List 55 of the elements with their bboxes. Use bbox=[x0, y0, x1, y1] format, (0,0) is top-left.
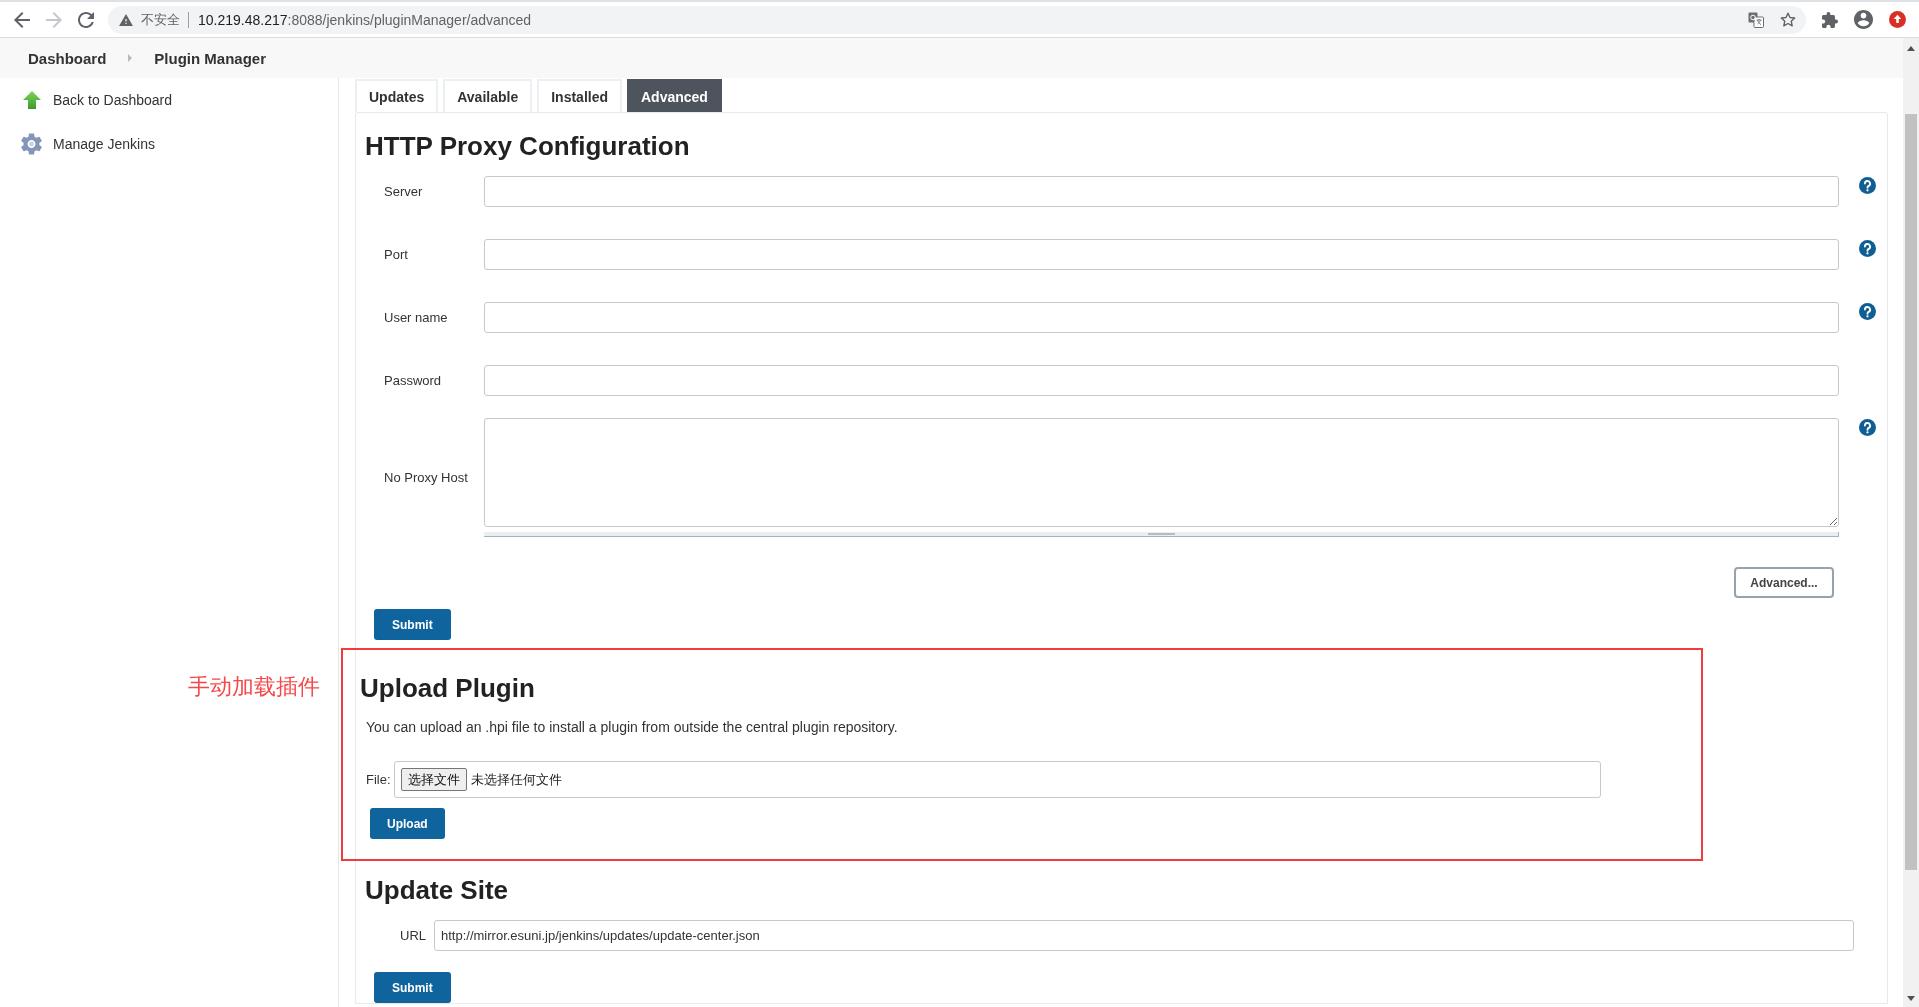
breadcrumb-link[interactable]: Dashboard bbox=[28, 49, 107, 67]
help-icon[interactable] bbox=[1859, 303, 1876, 320]
security-label[interactable]: 不安全 bbox=[141, 10, 180, 29]
reload-icon[interactable] bbox=[78, 11, 94, 28]
file-status-text: 未选择任何文件 bbox=[470, 770, 562, 789]
tab[interactable]: Advanced bbox=[627, 79, 722, 112]
up-arrow-icon bbox=[22, 91, 41, 109]
translate-icon[interactable] bbox=[1748, 11, 1764, 28]
chevron-icon bbox=[128, 54, 133, 62]
field-label: File: bbox=[366, 772, 391, 787]
section-heading: HTTP Proxy Configuration bbox=[365, 130, 691, 162]
help-icon[interactable] bbox=[1859, 240, 1876, 257]
submit-button[interactable]: Submit bbox=[374, 972, 451, 1003]
field-label: Password bbox=[383, 373, 443, 388]
help-icon[interactable] bbox=[1859, 177, 1876, 194]
tab[interactable]: Available bbox=[443, 79, 533, 112]
description-text: You can upload an .hpi file to install a plugin from outside the central plugin repository. bbox=[366, 718, 899, 736]
text-field[interactable] bbox=[484, 176, 1839, 207]
textarea-field[interactable] bbox=[484, 418, 1839, 527]
tab[interactable]: Updates bbox=[355, 79, 439, 112]
annotation-text: 手动加载插件 bbox=[188, 673, 320, 701]
gear-icon bbox=[21, 133, 42, 155]
section-heading: Update Site bbox=[365, 874, 510, 906]
submit-button[interactable]: Submit bbox=[374, 609, 451, 640]
back-arrow-icon[interactable] bbox=[14, 11, 30, 28]
choose-file-button[interactable]: 选择文件 bbox=[400, 768, 467, 791]
star-icon[interactable] bbox=[1780, 11, 1796, 28]
text-field[interactable] bbox=[484, 239, 1839, 270]
field-label: Port bbox=[383, 247, 409, 262]
field-label: Server bbox=[383, 184, 424, 199]
file-field[interactable]: 选择文件 未选择任何文件 bbox=[393, 761, 1601, 798]
tab[interactable]: Installed bbox=[537, 79, 622, 112]
field-label: URL bbox=[400, 928, 426, 943]
address-bar[interactable]: 不安全 10.219.48.217:8088/jenkins/pluginManager/advanced bbox=[108, 5, 1806, 34]
field-label: User name bbox=[383, 310, 449, 325]
warning-icon[interactable] bbox=[119, 13, 133, 26]
scroll-down-arrow-icon[interactable] bbox=[1907, 996, 1915, 1001]
breadcrumb-link[interactable]: Plugin Manager bbox=[154, 49, 267, 67]
scrollbar-thumb[interactable] bbox=[1905, 114, 1917, 870]
account-icon[interactable] bbox=[1854, 10, 1873, 29]
sidebar-item[interactable]: Manage Jenkins bbox=[0, 122, 338, 166]
scroll-up-arrow-icon[interactable] bbox=[1907, 46, 1915, 51]
text-field[interactable] bbox=[484, 302, 1839, 333]
section-heading: Upload Plugin bbox=[360, 672, 536, 704]
upload-button[interactable]: Upload bbox=[370, 808, 445, 839]
url-field[interactable]: http://mirror.esuni.jp/jenkins/updates/update-center.json bbox=[434, 920, 1854, 951]
textarea-resize-handle[interactable] bbox=[484, 532, 1839, 537]
url-text[interactable]: 10.219.48.217:8088/jenkins/pluginManager/advanced bbox=[198, 11, 532, 28]
scrollbar-track[interactable] bbox=[1903, 38, 1919, 1007]
sidebar-item[interactable]: Back to Dashboard bbox=[0, 78, 338, 122]
advanced-button[interactable]: Advanced... bbox=[1734, 567, 1834, 598]
puzzle-icon[interactable] bbox=[1822, 11, 1838, 28]
field-label: No Proxy Host bbox=[383, 470, 469, 485]
help-icon[interactable] bbox=[1859, 419, 1876, 436]
text-field[interactable] bbox=[484, 365, 1839, 396]
